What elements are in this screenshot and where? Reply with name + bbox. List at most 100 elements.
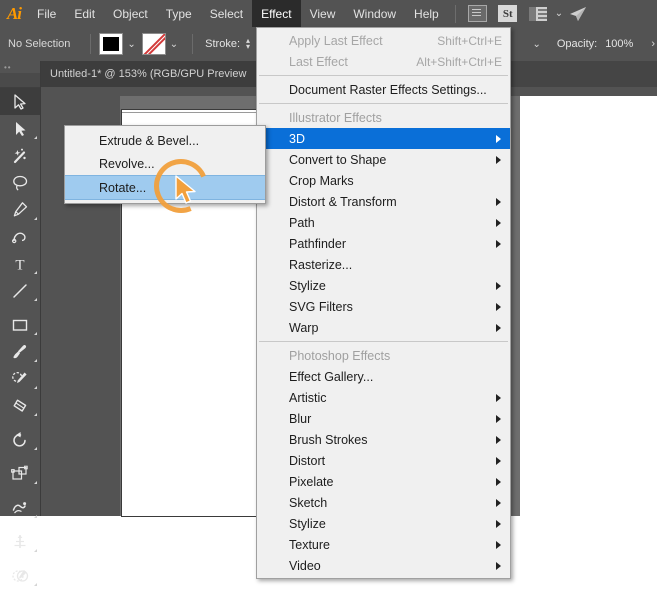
fill-dropdown-chevron-icon[interactable]: ⌄ — [127, 39, 135, 50]
menu-item-rasterize[interactable]: Rasterize... — [257, 254, 510, 275]
stock-st-icon[interactable]: St — [497, 4, 519, 23]
free-transform-tool[interactable] — [0, 528, 40, 555]
type-tool[interactable]: T — [0, 250, 40, 277]
menu-item-label: Warp — [289, 320, 319, 335]
menu-section-illustrator-effects: Illustrator Effects — [257, 107, 510, 128]
submenu-arrow-icon — [496, 435, 501, 444]
menu-item-artistic[interactable]: Artistic — [257, 387, 510, 408]
opacity-more-icon[interactable]: › — [651, 38, 655, 50]
tool-flyout-indicator-icon — [34, 298, 37, 301]
menu-item-apply-last-effect: Apply Last Effect Shift+Ctrl+E — [257, 30, 510, 51]
menu-item-effect-gallery[interactable]: Effect Gallery... — [257, 366, 510, 387]
opacity-label: Opacity: — [556, 38, 598, 50]
submenu-arrow-icon — [496, 239, 501, 248]
menu-item-label: Pixelate — [289, 474, 334, 489]
menu-effect[interactable]: Effect — [252, 0, 301, 27]
direct-selection-tool[interactable] — [0, 115, 40, 142]
submenu-item-label: Extrude & Bevel... — [99, 133, 200, 148]
tools-panel: •• T — [0, 61, 41, 586]
shaper-pencil-tool[interactable] — [0, 365, 40, 392]
tool-group-separator — [0, 487, 40, 494]
curvature-tool[interactable] — [0, 223, 40, 250]
rectangle-tool[interactable] — [0, 311, 40, 338]
effect-menu: Apply Last Effect Shift+Ctrl+E Last Effect… — [256, 27, 511, 579]
stroke-weight-stepper[interactable]: ▴ ▾ — [246, 37, 250, 51]
rotate-tool[interactable] — [0, 426, 40, 453]
document-setup-icon[interactable] — [467, 4, 489, 23]
paintbrush-tool[interactable] — [0, 338, 40, 365]
menu-item-label: Brush Strokes — [289, 432, 368, 447]
menu-item-pixelate[interactable]: Pixelate — [257, 471, 510, 492]
menu-window[interactable]: Window — [344, 0, 405, 27]
menu-item-label: Texture — [289, 537, 330, 552]
effect-3d-submenu: Extrude & Bevel... Revolve... Rotate... — [64, 125, 266, 204]
tool-flyout-indicator-icon — [34, 481, 37, 484]
selection-tool[interactable] — [0, 88, 40, 115]
menu-item-svg-filters[interactable]: SVG Filters — [257, 296, 510, 317]
submenu-item-label: Revolve... — [99, 156, 155, 171]
menu-item-document-raster-effects-settings[interactable]: Document Raster Effects Settings... — [257, 79, 510, 100]
menu-item-label: Blur — [289, 411, 312, 426]
document-tab[interactable]: Untitled-1* @ 153% (RGB/GPU Preview — [40, 61, 258, 87]
menu-object[interactable]: Object — [104, 0, 157, 27]
menu-item-crop-marks[interactable]: Crop Marks — [257, 170, 510, 191]
submenu-arrow-icon — [496, 302, 501, 311]
menu-item-video[interactable]: Video — [257, 555, 510, 576]
arrange-documents-icon[interactable] — [527, 4, 549, 23]
submenu-arrow-icon — [496, 540, 501, 549]
pen-tool[interactable] — [0, 196, 40, 223]
lasso-tool[interactable] — [0, 169, 40, 196]
menu-item-warp[interactable]: Warp — [257, 317, 510, 338]
shape-builder-tool[interactable] — [0, 562, 40, 589]
tool-flyout-indicator-icon — [34, 271, 37, 274]
menu-item-texture[interactable]: Texture — [257, 534, 510, 555]
menu-separator — [259, 103, 508, 104]
fill-color-swatch[interactable] — [99, 33, 124, 55]
scale-shear-tool[interactable] — [0, 460, 40, 487]
brush-dropdown-chevron-icon[interactable]: ⌄ — [532, 39, 540, 50]
menu-select[interactable]: Select — [201, 0, 252, 27]
submenu-item-extrude-bevel[interactable]: Extrude & Bevel... — [65, 129, 265, 152]
menu-item-pathfinder[interactable]: Pathfinder — [257, 233, 510, 254]
menu-item-label: Rasterize... — [289, 257, 353, 272]
tools-panel-grip[interactable]: •• — [0, 61, 40, 73]
opacity-value[interactable]: 100% — [605, 38, 633, 50]
submenu-item-rotate[interactable]: Rotate... — [65, 175, 265, 200]
submenu-item-label: Rotate... — [99, 180, 147, 195]
menu-item-label: Path — [289, 215, 315, 230]
menu-item-distort[interactable]: Distort — [257, 450, 510, 471]
menu-separator — [259, 341, 508, 342]
menu-item-stylize[interactable]: Stylize — [257, 513, 510, 534]
rocket-icon[interactable] — [567, 4, 589, 23]
submenu-arrow-icon — [496, 155, 501, 164]
menu-item-path[interactable]: Path — [257, 212, 510, 233]
menu-item-brush-strokes[interactable]: Brush Strokes — [257, 429, 510, 450]
menu-edit[interactable]: Edit — [65, 0, 104, 27]
menu-item-label: SVG Filters — [289, 299, 353, 314]
menu-file[interactable]: File — [28, 0, 65, 27]
magic-wand-tool[interactable] — [0, 142, 40, 169]
submenu-item-revolve[interactable]: Revolve... — [65, 152, 265, 175]
menu-item-3d[interactable]: 3D — [257, 128, 510, 149]
stepper-down-icon[interactable]: ▾ — [246, 43, 250, 51]
chevron-down-icon[interactable]: ⌄ — [555, 8, 563, 19]
tools-panel-handle[interactable] — [0, 73, 40, 88]
menu-item-distort-transform[interactable]: Distort & Transform — [257, 191, 510, 212]
menu-view[interactable]: View — [301, 0, 345, 27]
menu-item-convert-to-shape[interactable]: Convert to Shape — [257, 149, 510, 170]
width-warp-tool[interactable] — [0, 494, 40, 521]
submenu-arrow-icon — [496, 519, 501, 528]
stroke-color-swatch[interactable] — [141, 33, 166, 55]
tool-group-separator — [0, 453, 40, 460]
menu-help[interactable]: Help — [405, 0, 448, 27]
menu-item-sketch[interactable]: Sketch — [257, 492, 510, 513]
eraser-tool[interactable] — [0, 392, 40, 419]
controlbar-divider-1 — [90, 34, 92, 54]
menu-bar: Ai File Edit Object Type Select Effect View Win… — [0, 0, 657, 27]
rocket-glyph — [570, 6, 587, 21]
stroke-dropdown-chevron-icon[interactable]: ⌄ — [170, 39, 178, 50]
line-segment-tool[interactable] — [0, 277, 40, 304]
menu-item-stylize[interactable]: Stylize — [257, 275, 510, 296]
menu-item-blur[interactable]: Blur — [257, 408, 510, 429]
menu-type[interactable]: Type — [157, 0, 201, 27]
